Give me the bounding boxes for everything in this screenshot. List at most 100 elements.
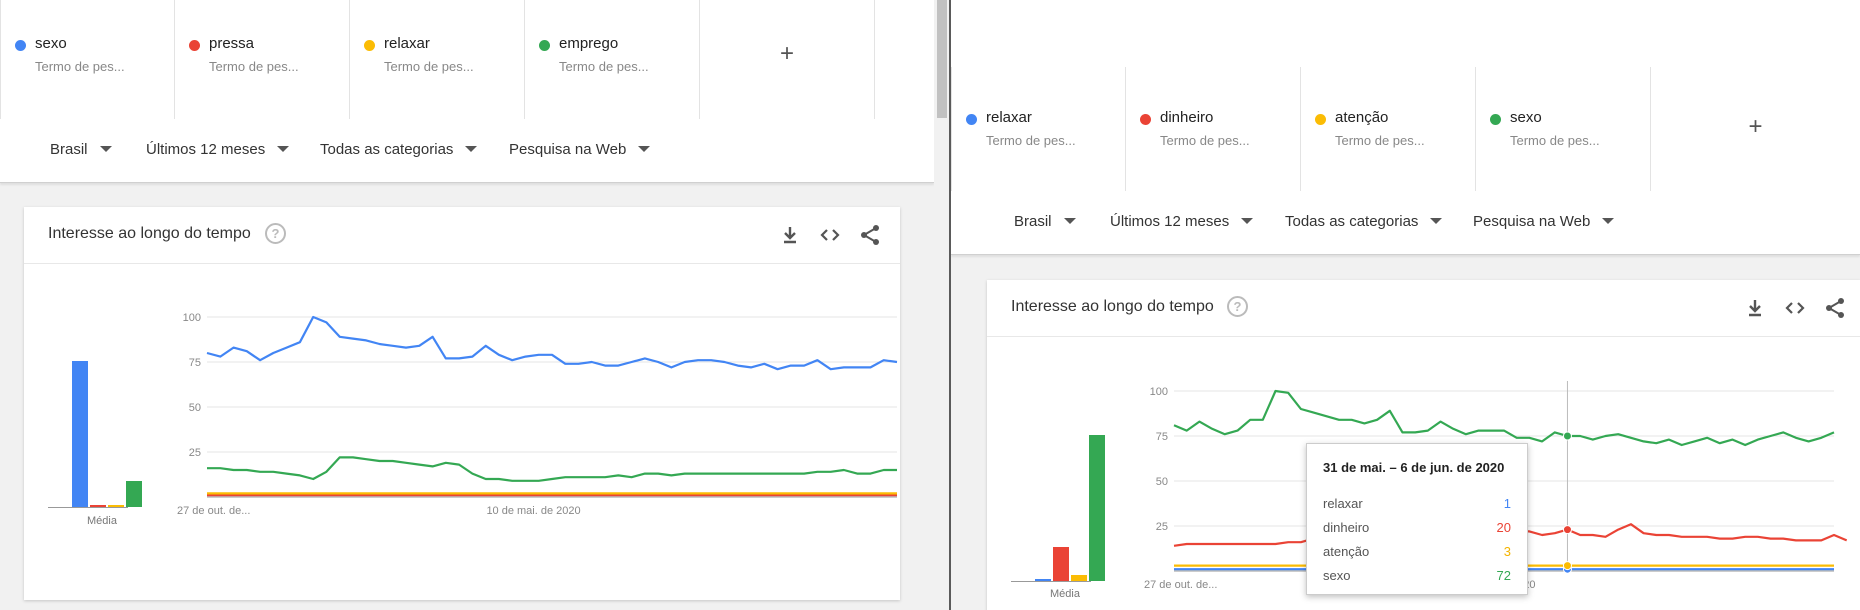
term-chip[interactable]: relaxar Termo de pes... (350, 0, 525, 119)
term-name: atenção (1335, 109, 1389, 126)
filter-search-type[interactable]: Pesquisa na Web (1473, 213, 1615, 230)
search-terms-bar: sexo Termo de pes... pressa Termo de pes… (0, 0, 934, 120)
term-chip[interactable]: pressa Termo de pes... (175, 0, 350, 119)
average-bar-relaxar (1035, 579, 1051, 581)
y-tick-label: 25 (189, 447, 201, 459)
average-bar-sexo (1089, 435, 1105, 581)
card-title: Interesse ao longo do tempo (1011, 298, 1214, 315)
term-color-dot (364, 40, 375, 51)
tooltip-term: relaxar (1323, 496, 1363, 511)
plus-icon: + (1748, 113, 1763, 140)
filter-region[interactable]: Brasil (50, 141, 112, 158)
download-icon[interactable] (778, 223, 802, 247)
filter-search-type[interactable]: Pesquisa na Web (509, 141, 651, 158)
add-comparison-button[interactable]: + (1651, 67, 1860, 191)
right-trends-panel: relaxar Termo de pes... dinheiro Termo d… (951, 0, 1860, 610)
y-tick-label: 75 (1156, 431, 1168, 443)
term-subtitle: Termo de pes... (1160, 133, 1250, 148)
series-line-sexo (1173, 389, 1835, 447)
chevron-down-icon (99, 146, 112, 152)
x-tick-label: 10 de mai. de 2020 (486, 505, 580, 517)
chevron-down-icon (277, 146, 290, 152)
term-color-dot (189, 40, 200, 51)
tooltip-value: 20 (1496, 520, 1511, 535)
chevron-down-icon (1241, 218, 1254, 224)
average-label: Média (1050, 588, 1080, 600)
y-tick-label: 50 (189, 402, 201, 414)
chevron-down-icon (1063, 218, 1076, 224)
term-subtitle: Termo de pes... (986, 133, 1076, 148)
term-color-dot (1140, 114, 1151, 125)
tooltip-row: dinheiro 20 (1323, 520, 1511, 538)
embed-code-icon[interactable] (1783, 296, 1807, 320)
term-subtitle: Termo de pes... (384, 59, 474, 74)
filter-label: Todas as categorias (320, 141, 454, 158)
term-subtitle: Termo de pes... (1510, 133, 1600, 148)
term-chip[interactable]: sexo Termo de pes... (0, 0, 175, 119)
series-line-sexo (206, 315, 898, 371)
chevron-down-icon (638, 146, 651, 152)
series-line-emprego (207, 456, 897, 482)
filter-label: Brasil (50, 141, 88, 158)
help-icon[interactable]: ? (1227, 296, 1248, 317)
tooltip-term: atenção (1323, 544, 1370, 559)
filter-label: Últimos 12 meses (146, 141, 266, 158)
filter-time-range[interactable]: Últimos 12 meses (146, 141, 290, 158)
scrollbar-thumb[interactable] (937, 0, 947, 118)
left-trends-panel: sexo Termo de pes... pressa Termo de pes… (0, 0, 950, 610)
x-tick-label: 27 de out. de... (177, 505, 250, 517)
card-divider (24, 263, 900, 264)
term-chip[interactable]: dinheiro Termo de pes... (1126, 67, 1301, 191)
term-chip[interactable]: atenção Termo de pes... (1301, 67, 1476, 191)
average-bar-pressa (90, 505, 106, 507)
term-color-dot (15, 40, 26, 51)
term-name: relaxar (986, 109, 1032, 126)
add-comparison-button[interactable]: + (700, 0, 875, 119)
hover-point (1562, 525, 1572, 535)
average-bar-sexo (72, 361, 88, 507)
search-terms-bar: relaxar Termo de pes... dinheiro Termo d… (951, 67, 1860, 192)
embed-code-icon[interactable] (818, 223, 842, 247)
download-icon[interactable] (1743, 296, 1767, 320)
filter-category[interactable]: Todas as categorias (320, 141, 478, 158)
filter-time-range[interactable]: Últimos 12 meses (1110, 213, 1254, 230)
y-tick-label: 50 (1156, 476, 1168, 488)
share-icon[interactable] (858, 223, 882, 247)
tooltip-term: sexo (1323, 568, 1351, 583)
filter-bar: Brasil Últimos 12 meses Todas as categor… (0, 119, 934, 183)
y-tick-label: 25 (1156, 521, 1168, 533)
interest-line-chart[interactable]: 25 50 75 100 27 de out. de... 10 de mai. de 2… (177, 307, 899, 537)
chart-tooltip: 31 de mai. – 6 de jun. de 2020 relaxar 1 … (1306, 443, 1528, 595)
tooltip-row: relaxar 1 (1323, 496, 1511, 514)
average-bars (48, 320, 142, 508)
term-color-dot (1315, 114, 1326, 125)
tooltip-row: sexo 72 (1323, 568, 1511, 586)
filter-label: Todas as categorias (1285, 213, 1419, 230)
vertical-scrollbar[interactable] (934, 0, 950, 610)
average-bar-relaxar (108, 505, 124, 507)
card-divider (987, 336, 1860, 337)
x-tick-label: 27 de out. de... (1144, 579, 1217, 591)
average-label: Média (87, 515, 117, 527)
chevron-down-icon (1430, 218, 1443, 224)
y-tick-label: 75 (189, 357, 201, 369)
tooltip-value: 3 (1503, 544, 1511, 559)
term-subtitle: Termo de pes... (1335, 133, 1425, 148)
term-color-dot (539, 40, 550, 51)
filter-label: Pesquisa na Web (1473, 213, 1591, 230)
filter-category[interactable]: Todas as categorias (1285, 213, 1443, 230)
filter-region[interactable]: Brasil (1014, 213, 1076, 230)
term-chip[interactable]: relaxar Termo de pes... (951, 67, 1126, 191)
interest-over-time-card: Interesse ao longo do tempo ? Média 25 50… (24, 207, 900, 600)
term-subtitle: Termo de pes... (35, 59, 125, 74)
help-icon[interactable]: ? (265, 223, 286, 244)
hover-point (1562, 561, 1572, 571)
filter-label: Pesquisa na Web (509, 141, 627, 158)
term-name: pressa (209, 35, 255, 52)
term-name: dinheiro (1160, 109, 1214, 126)
term-chip[interactable]: emprego Termo de pes... (525, 0, 700, 119)
term-subtitle: Termo de pes... (559, 59, 649, 74)
share-icon[interactable] (1823, 296, 1847, 320)
filter-label: Últimos 12 meses (1110, 213, 1230, 230)
term-chip[interactable]: sexo Termo de pes... (1476, 67, 1651, 191)
